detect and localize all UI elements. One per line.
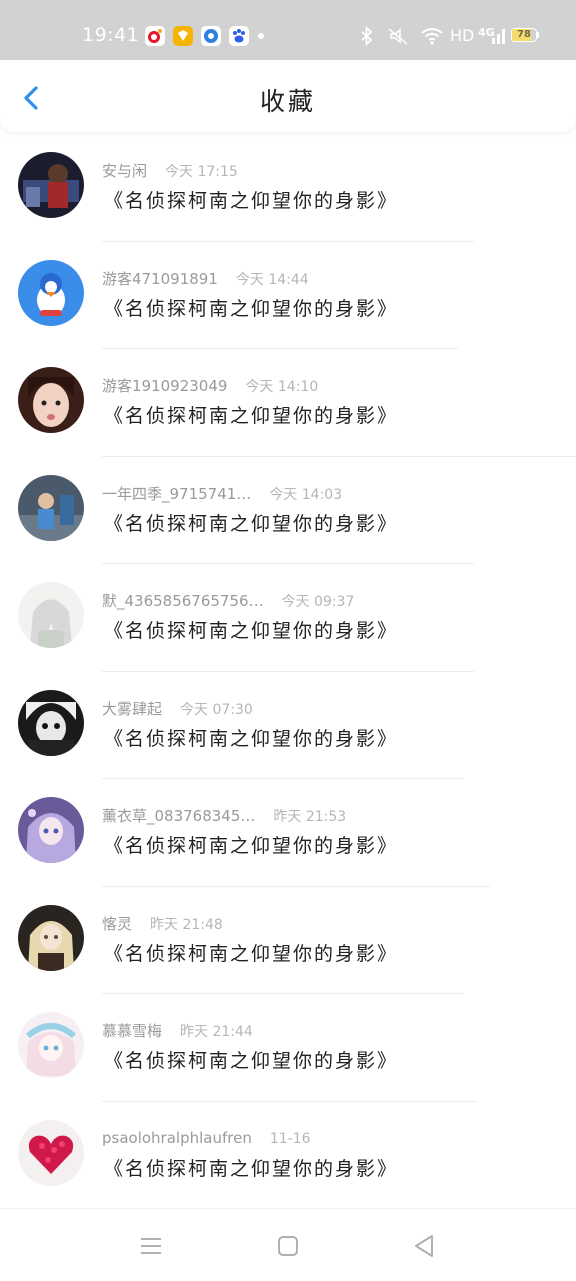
- user-name[interactable]: 安与闲: [102, 162, 147, 180]
- favorites-list: 安与闲 今天 17:15 《名侦探柯南之仰望你的身影》 游客471091891 今天 1…: [0, 134, 576, 1209]
- favorite-content[interactable]: 《名侦探柯南之仰望你的身影》: [104, 509, 398, 536]
- avatar[interactable]: [18, 259, 84, 326]
- weibo-icon: [145, 26, 165, 46]
- battery-level: 78: [517, 29, 531, 40]
- home-square-icon: [278, 1236, 298, 1256]
- diamond-app-icon: [173, 26, 193, 46]
- favorite-item[interactable]: 安与闲 今天 17:15 《名侦探柯南之仰望你的身影》: [0, 134, 576, 242]
- item-meta: 愘灵 昨天 21:48: [102, 913, 223, 934]
- user-name[interactable]: 大雾肆起: [102, 700, 162, 718]
- bluetooth-icon: [358, 25, 376, 47]
- favorite-item[interactable]: 大雾肆起 今天 07:30 《名侦探柯南之仰望你的身影》: [0, 672, 576, 779]
- user-name[interactable]: psaolohralphlaufren: [102, 1129, 252, 1147]
- favorite-content[interactable]: 《名侦探柯南之仰望你的身影》: [104, 1046, 398, 1073]
- item-meta: 游客1910923049 今天 14:10: [102, 375, 318, 396]
- favorite-item[interactable]: 慕慕雪梅 昨天 21:44 《名侦探柯南之仰望你的身影》: [0, 994, 576, 1102]
- back-triangle-icon: [415, 1235, 433, 1257]
- avatar[interactable]: [18, 689, 84, 756]
- app-header: 收藏: [0, 60, 576, 132]
- item-meta: 慕慕雪梅 昨天 21:44: [102, 1020, 253, 1041]
- system-nav-bar: [0, 1208, 576, 1281]
- favorite-content[interactable]: 《名侦探柯南之仰望你的身影》: [104, 401, 398, 428]
- favorite-time: 今天 07:30: [180, 701, 253, 718]
- user-name[interactable]: 薰衣草_083768345…: [102, 807, 255, 825]
- battery-tip: [537, 32, 539, 38]
- favorite-time: 昨天 21:44: [180, 1024, 253, 1040]
- favorite-content[interactable]: 《名侦探柯南之仰望你的身影》: [104, 616, 398, 643]
- item-meta: 一年四季_9715741… 今天 14:03: [102, 483, 342, 504]
- item-meta: 默_4365856765756… 今天 09:37: [102, 590, 354, 611]
- avatar[interactable]: [18, 152, 84, 218]
- baidu-app-icon: [229, 26, 249, 46]
- favorite-time: 11-16: [269, 1130, 311, 1147]
- favorite-item[interactable]: 默_4365856765756… 今天 09:37 《名侦探柯南之仰望你的身影》: [0, 564, 576, 672]
- favorite-item[interactable]: 游客471091891 今天 14:44 《名侦探柯南之仰望你的身影》: [0, 242, 576, 349]
- favorite-content[interactable]: 《名侦探柯南之仰望你的身影》: [104, 294, 398, 321]
- item-meta: 大雾肆起 今天 07:30: [102, 698, 253, 719]
- item-meta: 安与闲 今天 17:15: [102, 160, 238, 181]
- avatar[interactable]: [18, 904, 84, 971]
- item-meta: 薰衣草_083768345… 昨天 21:53: [102, 805, 346, 826]
- avatar[interactable]: [18, 474, 84, 541]
- avatar[interactable]: [18, 367, 84, 433]
- favorite-item[interactable]: 游客1910923049 今天 14:10 《名侦探柯南之仰望你的身影》: [0, 349, 576, 457]
- status-time: 19:41: [82, 24, 140, 46]
- user-name[interactable]: 慕慕雪梅: [102, 1022, 162, 1040]
- favorite-time: 今天 17:15: [165, 164, 238, 180]
- favorite-item[interactable]: 薰衣草_083768345… 昨天 21:53 《名侦探柯南之仰望你的身影》: [0, 779, 576, 887]
- favorite-item[interactable]: 一年四季_9715741… 今天 14:03 《名侦探柯南之仰望你的身影》: [0, 457, 576, 564]
- user-name[interactable]: 游客471091891: [102, 270, 218, 288]
- avatar[interactable]: [18, 1012, 84, 1078]
- avatar[interactable]: [18, 797, 84, 863]
- battery-icon: 78: [511, 28, 537, 42]
- favorite-time: 今天 09:37: [281, 594, 355, 610]
- home-button[interactable]: [273, 1231, 303, 1261]
- avatar[interactable]: [18, 582, 84, 648]
- favorite-time: 昨天 21:48: [150, 916, 223, 933]
- favorite-time: 昨天 21:53: [273, 809, 347, 825]
- wifi-icon: [420, 26, 444, 46]
- network-label: HD: [450, 26, 475, 45]
- favorite-content[interactable]: 《名侦探柯南之仰望你的身影》: [104, 831, 398, 858]
- user-name[interactable]: 默_4365856765756…: [102, 592, 264, 610]
- avatar[interactable]: [18, 1119, 84, 1186]
- more-notifications-dot: [258, 33, 264, 39]
- favorite-content[interactable]: 《名侦探柯南之仰望你的身影》: [104, 724, 398, 751]
- user-name[interactable]: 游客1910923049: [102, 377, 227, 395]
- favorite-time: 今天 14:44: [235, 271, 309, 288]
- favorite-time: 今天 14:10: [245, 379, 319, 395]
- item-meta: 游客471091891 今天 14:44: [102, 268, 309, 289]
- menu-icon: [141, 1238, 161, 1254]
- favorite-time: 今天 14:03: [269, 486, 343, 503]
- favorite-content[interactable]: 《名侦探柯南之仰望你的身影》: [104, 939, 398, 966]
- favorite-item[interactable]: psaolohralphlaufren 11-16 《名侦探柯南之仰望你的身影》: [0, 1102, 576, 1210]
- favorite-item[interactable]: 愘灵 昨天 21:48 《名侦探柯南之仰望你的身影》: [0, 887, 576, 994]
- favorite-content[interactable]: 《名侦探柯南之仰望你的身影》: [104, 1154, 398, 1181]
- page-title: 收藏: [259, 87, 316, 116]
- mute-icon: [386, 26, 410, 46]
- status-bar: 19:41 HD 4G 78: [0, 0, 576, 60]
- browser-app-icon: [201, 26, 221, 46]
- user-name[interactable]: 愘灵: [102, 915, 132, 933]
- back-nav-button[interactable]: [410, 1231, 440, 1261]
- menu-button[interactable]: [136, 1231, 166, 1261]
- favorite-content[interactable]: 《名侦探柯南之仰望你的身影》: [104, 186, 398, 213]
- user-name[interactable]: 一年四季_9715741…: [102, 485, 251, 503]
- signal-icon: [492, 28, 506, 48]
- item-meta: psaolohralphlaufren 11-16: [102, 1128, 311, 1147]
